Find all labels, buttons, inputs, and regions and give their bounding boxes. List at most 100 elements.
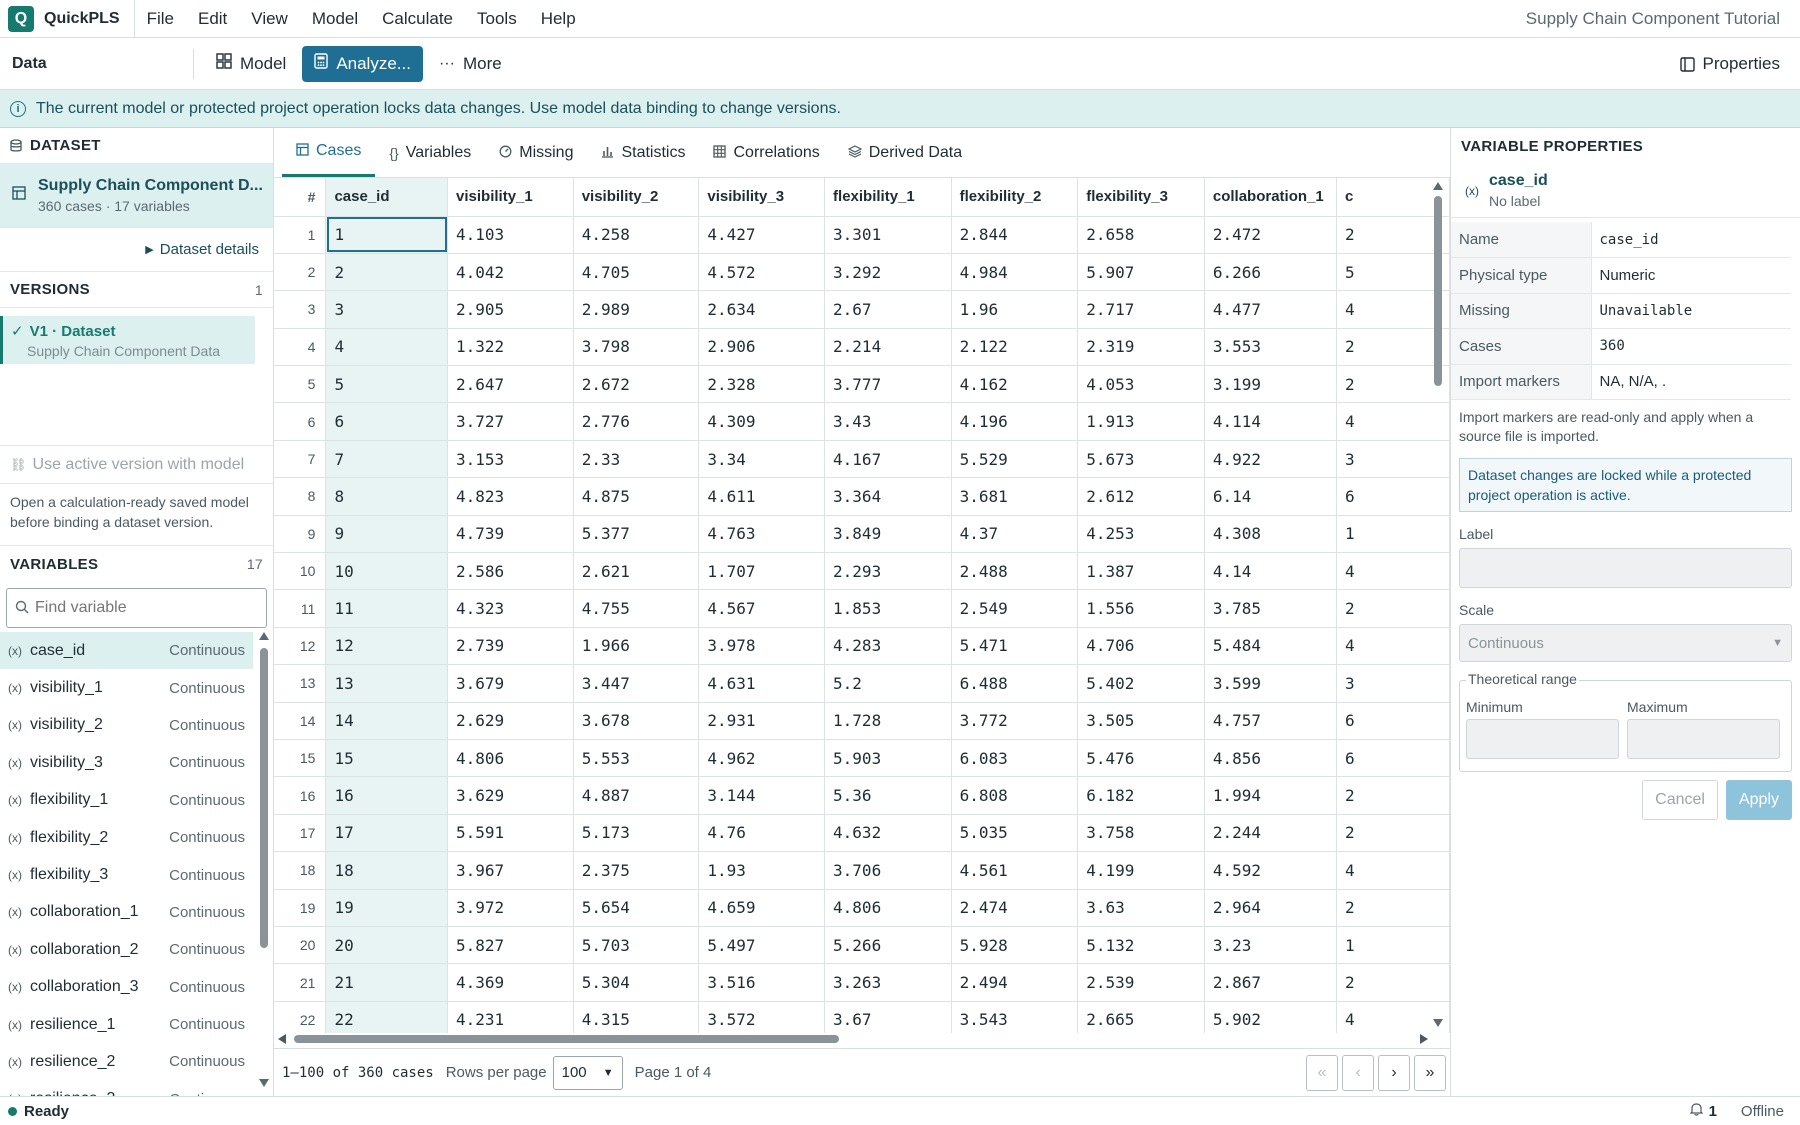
table-cell[interactable]: 3.706 xyxy=(824,851,952,890)
table-cell[interactable]: 4.706 xyxy=(1077,627,1205,666)
table-cell[interactable]: 3.679 xyxy=(447,664,574,703)
scroll-up-icon[interactable] xyxy=(1433,182,1443,190)
table-cell[interactable]: 6.14 xyxy=(1204,477,1337,516)
scroll-up-icon[interactable] xyxy=(259,632,269,640)
table-cell[interactable]: 4.103 xyxy=(447,216,574,254)
variable-item[interactable]: (x) resilience_2 Continuous xyxy=(0,1043,253,1080)
table-cell[interactable]: 2.964 xyxy=(1204,889,1337,927)
table-cell[interactable]: 4.323 xyxy=(447,589,574,628)
apply-button[interactable]: Apply xyxy=(1725,780,1792,820)
table-cell[interactable]: 5.497 xyxy=(698,926,826,965)
table-cell[interactable]: 3.144 xyxy=(698,776,826,815)
table-cell[interactable]: 5.476 xyxy=(1077,739,1205,778)
table-cell[interactable]: 3.34 xyxy=(698,440,826,479)
table-cell[interactable]: 3.505 xyxy=(1077,702,1205,740)
table-cell[interactable]: 3.543 xyxy=(951,1001,1079,1033)
tab-variables[interactable]: {} Variables xyxy=(375,128,485,177)
table-cell[interactable]: 2.472 xyxy=(1204,216,1337,254)
table-cell[interactable]: 5.36 xyxy=(824,776,952,815)
table-cell[interactable]: 2.33 xyxy=(573,440,700,479)
table-cell[interactable]: 13 xyxy=(325,664,449,703)
table-cell[interactable]: 4.231 xyxy=(447,1001,574,1033)
table-cell[interactable]: 18 xyxy=(325,851,449,890)
table-cell[interactable]: 3.777 xyxy=(824,365,952,404)
table-cell[interactable]: 4.875 xyxy=(573,477,700,516)
table-cell[interactable]: 2.214 xyxy=(824,328,952,367)
table-cell[interactable]: 4.042 xyxy=(447,253,574,292)
menu-model[interactable]: Model xyxy=(300,9,370,29)
table-cell[interactable]: 5.266 xyxy=(824,926,952,965)
menu-calculate[interactable]: Calculate xyxy=(370,9,465,29)
table-cell[interactable]: 5.035 xyxy=(951,814,1079,853)
table-cell[interactable]: 4.962 xyxy=(698,739,826,778)
table-cell[interactable]: 9 xyxy=(325,515,449,554)
table-cell[interactable]: 5.377 xyxy=(573,515,700,554)
scroll-thumb[interactable] xyxy=(260,648,268,948)
table-cell[interactable]: 5 xyxy=(325,365,449,404)
table-cell[interactable]: 2.244 xyxy=(1204,814,1337,853)
table-cell[interactable]: 5.132 xyxy=(1077,926,1205,965)
table-cell[interactable]: 2.658 xyxy=(1077,216,1205,254)
column-header[interactable]: visibility_3 xyxy=(698,178,826,217)
table-cell[interactable]: 4.763 xyxy=(698,515,826,554)
column-header[interactable]: flexibility_1 xyxy=(824,178,952,217)
table-cell[interactable]: 4.162 xyxy=(951,365,1079,404)
table-cell[interactable]: 12 xyxy=(325,627,449,666)
table-cell[interactable]: 2.989 xyxy=(573,290,700,329)
table-cell[interactable]: 15 xyxy=(325,739,449,778)
table-cell[interactable]: 3.516 xyxy=(698,963,826,1002)
table-cell[interactable]: 3.972 xyxy=(447,889,574,927)
table-cell[interactable]: 3.599 xyxy=(1204,664,1337,703)
table-cell[interactable]: 3.758 xyxy=(1077,814,1205,853)
table-cell[interactable]: 1.322 xyxy=(447,328,574,367)
table-cell[interactable]: 2 xyxy=(325,253,449,292)
table-cell[interactable]: 2.328 xyxy=(698,365,826,404)
table-cell[interactable]: 3.67 xyxy=(824,1001,952,1033)
grid-vertical-scrollbar[interactable] xyxy=(1432,182,1444,1027)
table-cell[interactable]: 2.494 xyxy=(951,963,1079,1002)
variable-item[interactable]: (x) collaboration_3 Continuous xyxy=(0,969,253,1006)
table-cell[interactable]: 1.966 xyxy=(573,627,700,666)
variable-item[interactable]: (x) visibility_2 Continuous xyxy=(0,707,253,744)
table-cell[interactable]: 3.199 xyxy=(1204,365,1337,404)
table-cell[interactable]: 2.488 xyxy=(951,552,1079,591)
column-header[interactable]: visibility_2 xyxy=(573,178,700,217)
table-cell[interactable]: 5.654 xyxy=(573,889,700,927)
table-cell[interactable]: 4.739 xyxy=(447,515,574,554)
table-cell[interactable]: 4.823 xyxy=(447,477,574,516)
scroll-down-icon[interactable] xyxy=(259,1079,269,1087)
maximum-input[interactable] xyxy=(1627,719,1780,759)
vertical-scroll-thumb[interactable] xyxy=(1434,196,1442,386)
version-item[interactable]: ✓ V1 · Dataset Supply Chain Component Dat… xyxy=(0,316,255,364)
table-cell[interactable]: 4.572 xyxy=(698,253,826,292)
table-cell[interactable]: 3.978 xyxy=(698,627,826,666)
variable-item[interactable]: (x) case_id Continuous xyxy=(0,632,253,670)
table-cell[interactable]: 4.477 xyxy=(1204,290,1337,329)
table-cell[interactable]: 3.681 xyxy=(951,477,1079,516)
table-cell[interactable]: 3.849 xyxy=(824,515,952,554)
analyze-button[interactable]: Analyze... xyxy=(302,45,423,82)
table-cell[interactable]: 10 xyxy=(325,552,449,591)
table-cell[interactable]: 1.387 xyxy=(1077,552,1205,591)
table-cell[interactable]: 2.776 xyxy=(573,402,700,441)
table-cell[interactable]: 3.967 xyxy=(447,851,574,890)
table-cell[interactable]: 2.634 xyxy=(698,290,826,329)
table-cell[interactable]: 5.673 xyxy=(1077,440,1205,479)
table-cell[interactable]: 4.922 xyxy=(1204,440,1337,479)
table-cell[interactable]: 3.772 xyxy=(951,702,1079,740)
variable-search[interactable] xyxy=(6,588,267,628)
table-cell[interactable]: 4.806 xyxy=(824,889,952,927)
table-cell[interactable]: 2.319 xyxy=(1077,328,1205,367)
bell-icon[interactable] xyxy=(1689,1102,1704,1120)
table-cell[interactable]: 22 xyxy=(325,1001,449,1033)
more-button[interactable]: ··· More xyxy=(427,46,514,82)
table-cell[interactable]: 4.611 xyxy=(698,477,826,516)
column-header[interactable]: case_id xyxy=(325,178,449,217)
table-cell[interactable]: 4.258 xyxy=(573,216,700,254)
table-cell[interactable]: 4.309 xyxy=(698,402,826,441)
variable-item[interactable]: (x)resilience_3Continuous xyxy=(0,1081,253,1096)
scroll-down-icon[interactable] xyxy=(1433,1019,1443,1027)
table-cell[interactable]: 3.553 xyxy=(1204,328,1337,367)
table-cell[interactable]: 4.308 xyxy=(1204,515,1337,554)
table-cell[interactable]: 17 xyxy=(325,814,449,853)
